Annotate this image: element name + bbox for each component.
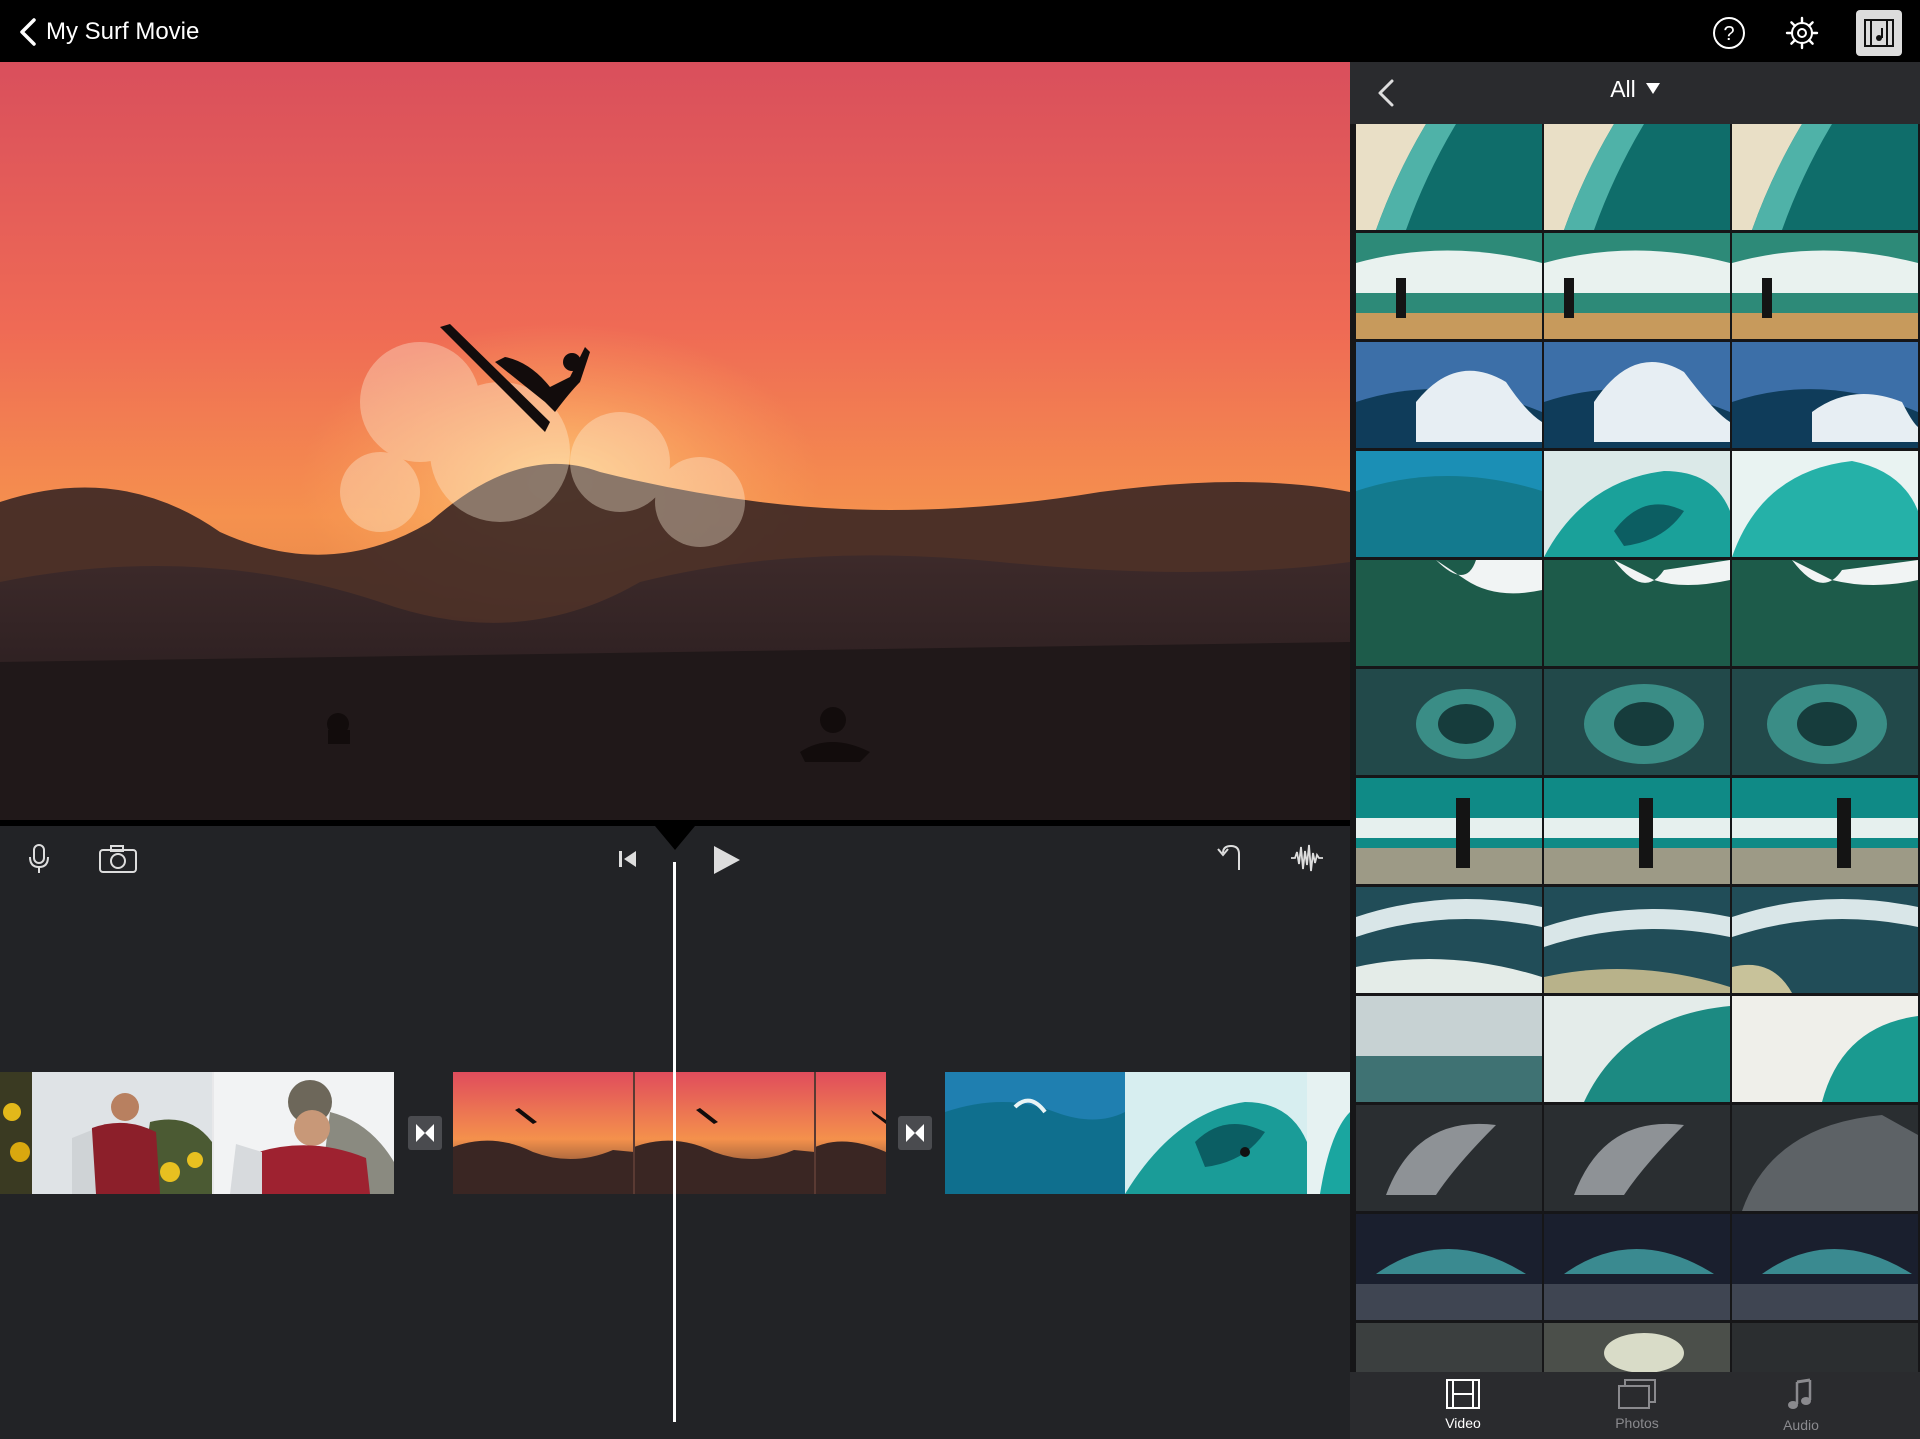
microphone-icon [29, 844, 49, 873]
clip-thumbnail[interactable] [1544, 342, 1730, 448]
clip-thumbnail[interactable] [1356, 996, 1542, 1102]
clip-thumbnail[interactable] [1732, 560, 1918, 666]
settings-button[interactable] [1781, 12, 1823, 54]
camera-icon [99, 845, 137, 873]
tab-photos[interactable]: Photos [1572, 1378, 1702, 1431]
timeline-clip[interactable] [0, 1072, 394, 1194]
filter-label: All [1610, 76, 1636, 102]
clip-thumbnail[interactable] [1356, 124, 1542, 230]
clip-row [1356, 233, 1920, 339]
timeline-editor [0, 820, 1350, 1439]
video-preview[interactable] [0, 62, 1350, 820]
clip-thumbnail[interactable] [1544, 778, 1730, 884]
playhead-marker [655, 826, 695, 850]
tab-audio-label: Audio [1783, 1417, 1819, 1433]
filter-dropdown[interactable]: All [1350, 76, 1920, 103]
surf-preview-image [0, 62, 1350, 820]
voiceover-button[interactable] [22, 842, 56, 876]
clip-thumbnail [0, 1072, 394, 1194]
clip-thumbnail[interactable] [1732, 778, 1918, 884]
skip-to-start-icon [619, 851, 636, 867]
clip-thumbnail[interactable] [1544, 887, 1730, 993]
film-icon [1446, 1379, 1480, 1409]
camera-button[interactable] [96, 842, 140, 876]
transition-icon [416, 1124, 434, 1142]
tab-photos-label: Photos [1615, 1415, 1659, 1431]
audio-waveform-button[interactable] [1288, 840, 1326, 876]
clip-thumbnail[interactable] [1732, 887, 1918, 993]
clip-thumbnail[interactable] [1356, 1105, 1542, 1211]
media-browser-icon [1864, 19, 1894, 47]
play-icon [714, 846, 740, 874]
tab-audio[interactable]: Audio [1736, 1378, 1866, 1433]
clip-thumbnail[interactable] [1732, 451, 1918, 557]
clip-thumbnail [453, 1072, 886, 1194]
clip-thumbnail[interactable] [1356, 887, 1542, 993]
clip-thumbnail [945, 1072, 1350, 1194]
clip-thumbnail[interactable] [1544, 996, 1730, 1102]
clip-row [1356, 124, 1920, 230]
project-title: My Surf Movie [46, 18, 200, 45]
transition-icon [906, 1124, 924, 1142]
transition-button[interactable] [408, 1116, 442, 1150]
clip-thumbnail[interactable] [1356, 560, 1542, 666]
play-button[interactable] [706, 840, 746, 880]
clip-thumbnail[interactable] [1732, 1105, 1918, 1211]
transition-button[interactable] [898, 1116, 932, 1150]
media-browser-button[interactable] [1856, 10, 1902, 56]
top-bar: My Surf Movie ? [0, 0, 1920, 62]
clip-thumbnail[interactable] [1544, 451, 1730, 557]
clip-row [1356, 342, 1920, 448]
undo-icon [1217, 844, 1240, 870]
tab-video[interactable]: Video [1398, 1378, 1528, 1431]
clip-thumbnail[interactable] [1356, 778, 1542, 884]
audio-waveform-icon [1291, 844, 1323, 872]
skip-to-start-button[interactable] [612, 844, 642, 874]
timeline-clip[interactable] [945, 1072, 1350, 1194]
clip-thumbnail[interactable] [1544, 1214, 1730, 1320]
clip-thumbnail[interactable] [1544, 124, 1730, 230]
media-browser-header: All [1350, 62, 1920, 124]
clip-row [1356, 560, 1920, 666]
clip-row [1356, 778, 1920, 884]
back-button[interactable]: My Surf Movie [14, 12, 199, 52]
clip-thumbnail[interactable] [1544, 233, 1730, 339]
clip-row [1356, 996, 1920, 1102]
clip-row [1356, 669, 1920, 775]
clip-thumbnail[interactable] [1732, 342, 1918, 448]
music-note-icon [1788, 1378, 1812, 1409]
clip-thumbnail[interactable] [1356, 451, 1542, 557]
clip-thumbnail[interactable] [1356, 1214, 1542, 1320]
help-button[interactable]: ? [1708, 12, 1750, 54]
clip-row [1356, 887, 1920, 993]
clip-row [1356, 451, 1920, 557]
clip-grid [1356, 124, 1920, 1434]
photos-icon [1618, 1379, 1656, 1409]
tab-video-label: Video [1445, 1415, 1481, 1431]
help-icon: ? [1713, 17, 1745, 49]
clip-thumbnail[interactable] [1732, 996, 1918, 1102]
playhead[interactable] [673, 862, 676, 1422]
timeline-clip[interactable] [453, 1072, 886, 1194]
clip-thumbnail[interactable] [1544, 560, 1730, 666]
clip-thumbnail[interactable] [1356, 342, 1542, 448]
svg-text:?: ? [1723, 23, 1734, 45]
clip-thumbnail[interactable] [1732, 1214, 1918, 1320]
clip-thumbnail[interactable] [1544, 669, 1730, 775]
media-browser: All Video Photos Audio [1350, 62, 1920, 1439]
clip-row [1356, 1214, 1920, 1320]
dropdown-triangle-icon [1645, 83, 1660, 95]
chevron-left-icon [20, 18, 36, 46]
media-tab-bar: Video Photos Audio [1350, 1372, 1920, 1439]
clip-row [1356, 1105, 1920, 1211]
clip-thumbnail[interactable] [1544, 1105, 1730, 1211]
undo-button[interactable] [1212, 840, 1248, 876]
clip-thumbnail[interactable] [1356, 669, 1542, 775]
clip-thumbnail[interactable] [1732, 124, 1918, 230]
clip-thumbnail[interactable] [1356, 233, 1542, 339]
gear-icon [1785, 16, 1819, 50]
clip-thumbnail[interactable] [1732, 233, 1918, 339]
clip-thumbnail[interactable] [1732, 669, 1918, 775]
